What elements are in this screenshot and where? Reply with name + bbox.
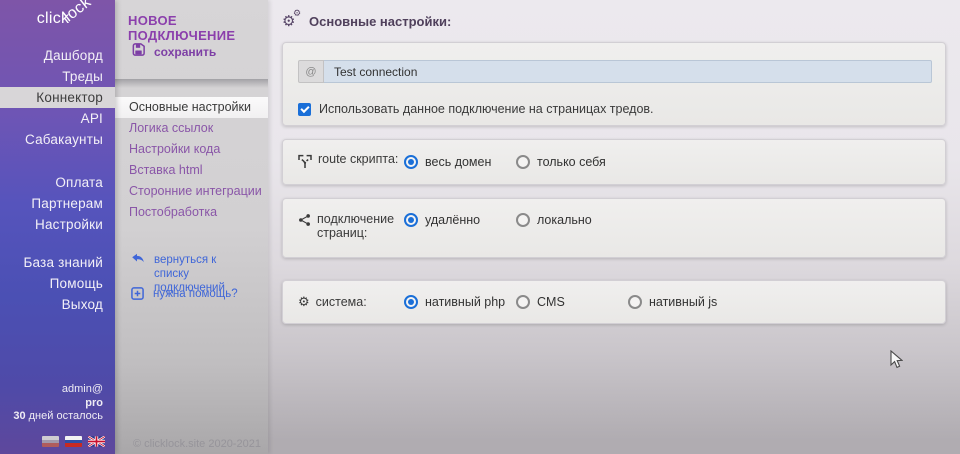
option-native-js[interactable]: нативный js [628, 295, 740, 309]
tab-html-insert[interactable]: Вставка html [115, 160, 268, 181]
account-plan: pro [85, 397, 103, 409]
sidebar-item-partners[interactable]: Партнерам [0, 193, 115, 214]
option-cms[interactable]: CMS [516, 295, 628, 309]
nav-group-gap [0, 235, 115, 252]
radio-selected-icon[interactable] [404, 155, 418, 169]
panel-title: НОВОЕ ПОДКЛЮЧЕНИЕ [128, 13, 268, 43]
route-row: route скрипта: весь домен только себя [283, 140, 945, 184]
system-card: ⚙ система: нативный php CMS нативный js [282, 280, 946, 324]
sidebar: clicklock Дашборд Треды Коннектор API Са… [0, 0, 115, 454]
share-icon [298, 213, 311, 230]
language-switcher [42, 436, 105, 447]
copyright-text: © clicklock.site 2020-2021 [133, 438, 261, 450]
panel-divider-shadow [115, 79, 268, 88]
sidebar-nav: Дашборд Треды Коннектор API Сабакаунты О… [0, 45, 115, 315]
page-heading-label: Основные настройки: [309, 14, 451, 29]
account-email: admin@ [13, 383, 103, 397]
app-window: clicklock Дашборд Треды Коннектор API Са… [0, 0, 960, 454]
route-card: route скрипта: весь домен только себя [282, 139, 946, 185]
radio-selected-icon[interactable] [404, 295, 418, 309]
save-button-label: сохранить [154, 45, 216, 59]
tab-basic-settings[interactable]: Основные настройки [115, 97, 268, 118]
radio-unselected-icon[interactable] [516, 295, 530, 309]
tab-code-settings[interactable]: Настройки кода [115, 139, 268, 160]
route-options: весь домен только себя [404, 155, 628, 169]
sidebar-item-dashboard[interactable]: Дашборд [0, 45, 115, 66]
need-help-link[interactable]: нужна помощь? [131, 287, 253, 304]
connection-name-card: @ Использовать данное подключение на стр… [282, 42, 946, 126]
account-days-left: 30 дней осталось [13, 410, 103, 424]
connection-tabs: Основные настройки Логика ссылок Настрой… [115, 97, 268, 223]
connection-name-group: @ [298, 60, 932, 83]
option-only-self[interactable]: только себя [516, 155, 628, 169]
sidebar-item-help[interactable]: Помощь [0, 273, 115, 294]
option-local[interactable]: локально [516, 213, 628, 227]
page-heading: ⚙⚙ Основные настройки: [282, 12, 451, 30]
sidebar-item-threads[interactable]: Треды [0, 66, 115, 87]
checkbox-checked-icon[interactable] [298, 103, 311, 116]
use-on-threads-checkbox-row[interactable]: Использовать данное подключение на стран… [298, 102, 654, 116]
page-connection-label: подключение страниц: [298, 212, 404, 240]
radio-unselected-icon[interactable] [516, 213, 530, 227]
main-content: ⚙⚙ Основные настройки: @ Использовать да… [268, 0, 960, 454]
system-label: ⚙ система: [298, 295, 404, 310]
sidebar-item-payment[interactable]: Оплата [0, 172, 115, 193]
system-options: нативный php CMS нативный js [404, 295, 740, 309]
at-prefix-icon: @ [298, 60, 324, 83]
save-floppy-icon [131, 42, 146, 62]
account-info: admin@ pro 30 дней осталось [13, 383, 103, 424]
gears-icon: ⚙⚙ [282, 12, 302, 30]
alt-route-icon [298, 153, 312, 172]
flag-faded-icon[interactable] [42, 436, 59, 447]
sidebar-item-api[interactable]: API [0, 108, 115, 129]
clicklock-logo: clicklock [37, 10, 99, 28]
connection-panel: НОВОЕ ПОДКЛЮЧЕНИЕ сохранить Основные нас… [115, 0, 268, 454]
route-label: route скрипта: [298, 152, 404, 172]
page-connection-card: подключение страниц: удалённо локально [282, 198, 946, 258]
flag-russia-icon[interactable] [65, 436, 82, 447]
help-link-label: нужна помощь? [153, 287, 253, 304]
option-native-php[interactable]: нативный php [404, 295, 516, 309]
mouse-cursor [890, 350, 903, 374]
system-row: ⚙ система: нативный php CMS нативный js [283, 281, 945, 323]
sidebar-item-knowledge-base[interactable]: База знаний [0, 252, 115, 273]
sidebar-item-logout[interactable]: Выход [0, 294, 115, 315]
radio-selected-icon[interactable] [404, 213, 418, 227]
page-connection-options: удалённо локально [404, 213, 628, 227]
nav-group-gap [0, 150, 115, 172]
flag-uk-icon[interactable] [88, 436, 105, 447]
save-button[interactable]: сохранить [131, 42, 216, 62]
option-remote[interactable]: удалённо [404, 213, 516, 227]
sidebar-item-settings[interactable]: Настройки [0, 214, 115, 235]
tab-integrations[interactable]: Сторонние интеграции [115, 181, 268, 202]
radio-unselected-icon[interactable] [516, 155, 530, 169]
connection-name-input[interactable] [324, 60, 932, 83]
page-connection-row: подключение страниц: удалённо локально [283, 199, 945, 257]
tab-postprocessing[interactable]: Постобработка [115, 202, 268, 223]
tab-link-logic[interactable]: Логика ссылок [115, 118, 268, 139]
radio-unselected-icon[interactable] [628, 295, 642, 309]
settings-gear-icon: ⚙ [298, 296, 310, 310]
option-whole-domain[interactable]: весь домен [404, 155, 516, 169]
sidebar-item-connector[interactable]: Коннектор [0, 87, 115, 108]
checkbox-label: Использовать данное подключение на стран… [319, 102, 654, 116]
sidebar-item-subaccounts[interactable]: Сабакаунты [0, 129, 115, 150]
add-box-icon [131, 287, 144, 304]
